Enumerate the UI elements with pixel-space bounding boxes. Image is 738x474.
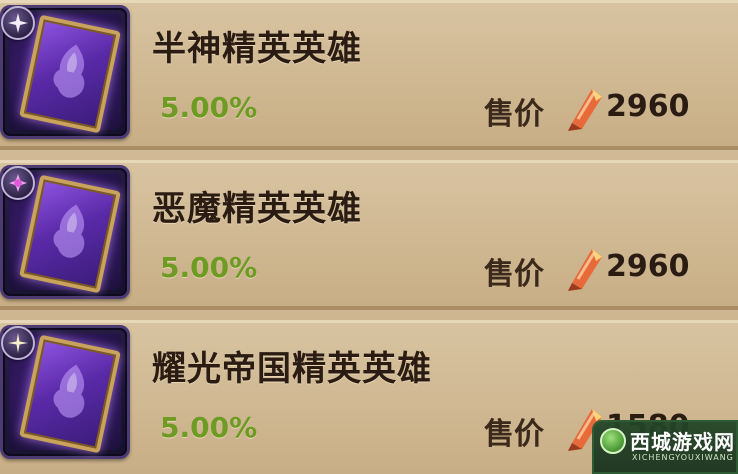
drop-rate: 5.00% bbox=[160, 411, 258, 444]
hero-card-frame bbox=[0, 325, 130, 459]
radiant-empire-sparkle-icon bbox=[1, 326, 35, 360]
hero-card-art bbox=[19, 334, 121, 454]
hero-name: 耀光帝国精英英雄 bbox=[152, 349, 432, 389]
price-label: 售价 bbox=[484, 257, 544, 292]
drop-rate: 5.00% bbox=[160, 91, 258, 124]
hero-shop-list: 半神精英英雄 5.00% 售价 2960 恶魔精英英雄 5.00% 售价 296… bbox=[0, 0, 738, 474]
hero-silhouette-icon bbox=[53, 44, 85, 98]
demon-flower-icon bbox=[1, 166, 35, 200]
demigod-star-icon bbox=[1, 6, 35, 40]
hero-card-art bbox=[19, 14, 121, 134]
watermark-title: 西城游戏网 bbox=[630, 430, 735, 454]
shop-item-row[interactable]: 半神精英英雄 5.00% 售价 2960 bbox=[0, 0, 738, 150]
hero-name: 半神精英英雄 bbox=[152, 29, 362, 69]
watermark-subtitle: XICHENGYOUXIWANG bbox=[632, 453, 734, 462]
hero-card-art bbox=[19, 174, 121, 294]
price-label: 售价 bbox=[484, 417, 544, 452]
price-value: 2960 bbox=[606, 89, 690, 124]
price-label: 售价 bbox=[484, 97, 544, 132]
shop-item-row[interactable]: 恶魔精英英雄 5.00% 售价 2960 bbox=[0, 160, 738, 310]
drop-rate: 5.00% bbox=[160, 251, 258, 284]
hero-name: 恶魔精英英雄 bbox=[152, 189, 362, 229]
price-value: 2960 bbox=[606, 249, 690, 284]
hero-card-frame bbox=[0, 5, 130, 139]
hero-card-frame bbox=[0, 165, 130, 299]
watermark-logo-icon bbox=[600, 428, 626, 454]
hero-silhouette-icon bbox=[53, 364, 85, 418]
crystal-icon bbox=[568, 249, 602, 291]
crystal-icon bbox=[568, 89, 602, 131]
site-watermark: 西城游戏网 XICHENGYOUXIWANG bbox=[592, 420, 738, 474]
hero-silhouette-icon bbox=[53, 204, 85, 258]
